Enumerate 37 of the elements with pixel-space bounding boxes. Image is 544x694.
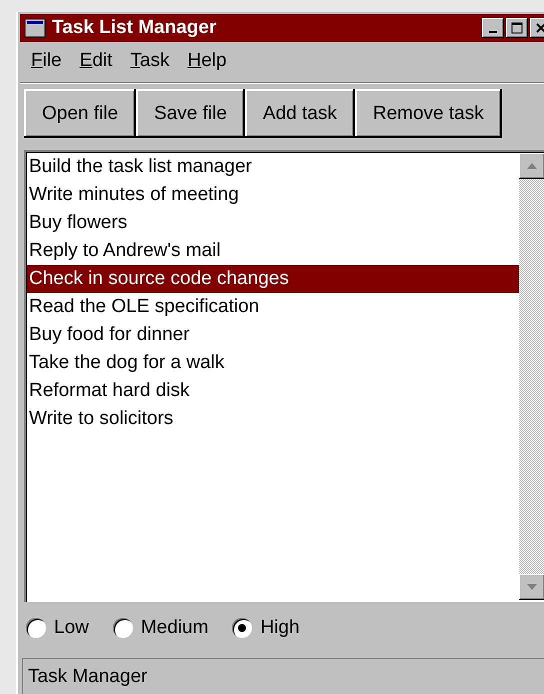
- close-icon: [535, 22, 544, 34]
- up-arrow-icon: [527, 163, 537, 169]
- maximize-icon: [511, 22, 523, 34]
- list-entry[interactable]: Write minutes of meeting: [27, 181, 519, 209]
- maximize-button[interactable]: [506, 18, 528, 38]
- scrollbar[interactable]: [519, 153, 544, 600]
- list-entry[interactable]: Buy flowers: [27, 209, 519, 237]
- list-entry[interactable]: Reply to Andrew's mail: [27, 237, 519, 265]
- priority-radio[interactable]: Low: [26, 617, 89, 639]
- scroll-up-button[interactable]: [519, 153, 544, 179]
- window-title: Task List Manager: [52, 17, 218, 39]
- toolbar-button[interactable]: Save file: [136, 89, 245, 138]
- toolbar-button[interactable]: Open file: [24, 89, 136, 138]
- list-entry[interactable]: Write to solicitors: [27, 405, 519, 433]
- menu-item[interactable]: Task: [123, 48, 176, 74]
- menu-item[interactable]: File: [24, 48, 69, 74]
- list-entry[interactable]: Buy food for dinner: [27, 321, 519, 349]
- list-entry[interactable]: Check in source code changes: [27, 265, 519, 293]
- priority-radio[interactable]: Medium: [112, 617, 208, 639]
- menu-item[interactable]: Help: [180, 48, 234, 74]
- radio-dot[interactable]: [232, 618, 252, 638]
- toolbar-button[interactable]: Remove task: [354, 89, 502, 138]
- priority-radio[interactable]: High: [232, 617, 300, 639]
- window-icon: [24, 18, 46, 38]
- down-arrow-icon: [527, 584, 537, 590]
- scroll-down-button[interactable]: [519, 574, 544, 600]
- radio-dot[interactable]: [112, 618, 133, 638]
- list-entry[interactable]: Read the OLE specification: [27, 293, 519, 321]
- list-entry[interactable]: Build the task list manager: [27, 153, 519, 181]
- list-entry[interactable]: Take the dog for a walk: [27, 349, 519, 377]
- status-text: Task Manager: [28, 666, 148, 688]
- toolbar-button[interactable]: Add task: [244, 89, 355, 138]
- minimize-button[interactable]: [482, 18, 504, 38]
- menu-item[interactable]: Edit: [72, 48, 120, 74]
- radio-dot[interactable]: [26, 618, 46, 638]
- list-entry[interactable]: Reformat hard disk: [27, 377, 519, 405]
- minimize-icon: [489, 31, 497, 33]
